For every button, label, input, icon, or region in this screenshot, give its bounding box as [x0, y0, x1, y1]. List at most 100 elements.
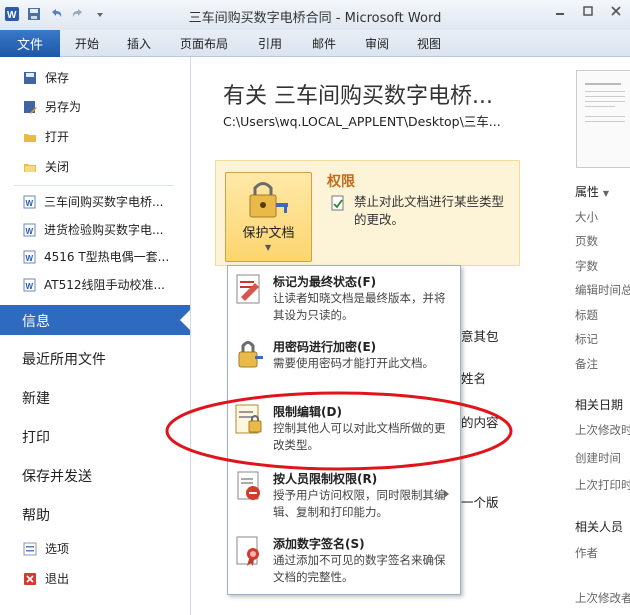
chevron-down-icon: ▼: [602, 189, 609, 198]
word-doc-icon: W: [22, 223, 36, 237]
options-icon: [23, 542, 37, 556]
mark-final-icon: [233, 273, 265, 305]
svg-text:W: W: [26, 199, 34, 208]
permissions-description: 禁止对此文档进行某些类型的更改。: [354, 194, 505, 227]
property-label: 页数: [575, 234, 598, 248]
restrict-editing-icon: [233, 403, 265, 435]
save-label: 保存: [45, 71, 70, 85]
chevron-down-icon: ▼: [265, 243, 272, 252]
obscured-text: 意其包: [461, 329, 499, 344]
people-label: 作者: [575, 546, 598, 560]
menu-item-desc: 授予用户访问权限，同时限制其编辑、复制和打印能力。: [273, 488, 446, 519]
document-thumbnail[interactable]: [576, 70, 630, 168]
close-command[interactable]: 关闭: [0, 158, 190, 175]
window-controls: [546, 0, 630, 22]
recent-doc-item[interactable]: W 4516 T型热电偶一套...: [0, 248, 190, 265]
word-doc-icon: W: [22, 250, 36, 264]
nav-info[interactable]: 信息: [22, 311, 50, 331]
property-label: 标题: [575, 308, 598, 322]
menu-item-title: 标记为最终状态(F): [273, 275, 377, 289]
save-command[interactable]: 保存: [0, 69, 190, 86]
exit-label: 退出: [45, 572, 70, 586]
save-icon: [23, 71, 37, 85]
property-label: 标记: [575, 332, 598, 346]
properties-heading[interactable]: 属性 ▼: [575, 183, 609, 200]
svg-text:W: W: [26, 227, 34, 236]
menu-item-title: 用密码进行加密(E): [273, 340, 377, 354]
save-as-command[interactable]: 另存为: [0, 98, 190, 115]
menu-item-title: 按人员限制权限(R): [273, 472, 378, 486]
document-path: C:\Users\wq.LOCAL_APPLENT\Desktop\三车...: [223, 114, 501, 129]
obscured-text: 姓名: [461, 371, 487, 386]
menu-item-desc: 让读者知晓文档是最终版本，并将其设为只读的。: [273, 291, 446, 322]
open-folder-icon: [23, 130, 37, 144]
options-label: 选项: [45, 542, 70, 556]
nav-recent[interactable]: 最近所用文件: [22, 349, 106, 369]
permissions-heading: 权限: [327, 174, 355, 190]
word-doc-icon: W: [22, 195, 36, 209]
dates-heading: 相关日期: [575, 398, 624, 412]
selection-pointer: [180, 310, 190, 330]
people-heading: 相关人员: [575, 520, 624, 534]
submenu-arrow-icon: [444, 490, 449, 498]
menu-item-title: 添加数字签名(S): [273, 537, 365, 551]
save-as-icon: [23, 100, 37, 114]
save-as-label: 另存为: [45, 100, 82, 114]
date-label: 创建时间: [575, 451, 621, 465]
menu-item-desc: 通过添加不可见的数字签名来确保文档的完整性。: [273, 553, 446, 584]
obscured-text: 的内容: [461, 415, 499, 430]
date-label: 上次打印时间: [575, 478, 630, 492]
maximize-icon[interactable]: [574, 0, 602, 22]
nav-new[interactable]: 新建: [22, 388, 50, 408]
menu-item-desc: 需要使用密码才能打开此文档。: [273, 356, 434, 370]
open-label: 打开: [45, 130, 70, 144]
properties-heading-text: 属性: [575, 185, 600, 199]
close-document-icon: [23, 160, 37, 174]
menu-item-title: 限制编辑(D): [273, 405, 342, 419]
protect-document-label: 保护文档: [242, 226, 295, 241]
property-label: 备注: [575, 357, 598, 371]
encrypt-lock-icon: [233, 338, 265, 370]
close-icon[interactable]: [602, 0, 630, 22]
exit-icon: [23, 572, 37, 586]
menu-item-desc: 控制其他人可以对此文档所做的更改类型。: [273, 421, 446, 452]
digital-signature-icon: [233, 535, 265, 567]
recent-doc-item[interactable]: W 三车间购买数字电桥...: [0, 193, 190, 210]
lock-key-icon: [249, 182, 288, 218]
nav-print[interactable]: 打印: [22, 427, 50, 447]
svg-text:W: W: [26, 254, 34, 263]
word-doc-icon: W: [22, 278, 36, 292]
tab-mailings[interactable]: 邮件: [312, 35, 336, 52]
recent-doc-name: 三车间购买数字电桥...: [44, 195, 164, 209]
close-label: 关闭: [45, 160, 70, 174]
recent-doc-name: 4516 T型热电偶一套...: [44, 250, 170, 264]
svg-text:W: W: [26, 282, 34, 291]
tab-file[interactable]: 文件: [0, 30, 60, 57]
tab-page-layout[interactable]: 页面布局: [180, 35, 228, 52]
recent-doc-name: 进货检验购买数字电...: [44, 223, 164, 237]
tab-references[interactable]: 引用: [258, 35, 282, 52]
date-label: 上次修改时间: [575, 423, 630, 437]
property-label: 字数: [575, 259, 598, 273]
tab-home[interactable]: 开始: [75, 35, 99, 52]
open-command[interactable]: 打开: [0, 128, 190, 145]
recent-doc-name: AT512线阻手动校准...: [44, 278, 165, 292]
tab-review[interactable]: 审阅: [365, 35, 389, 52]
nav-help[interactable]: 帮助: [22, 505, 50, 525]
nav-exit[interactable]: 退出: [0, 570, 190, 587]
minimize-icon[interactable]: [546, 0, 574, 22]
property-label: 编辑时间总计: [575, 283, 630, 297]
window-title: 三车间购买数字电桥合同 - Microsoft Word: [188, 11, 442, 26]
nav-options[interactable]: 选项: [0, 540, 190, 557]
restrict-people-icon: [233, 470, 265, 502]
page-title: 有关 三车间购买数字电桥...: [223, 84, 493, 109]
tab-insert[interactable]: 插入: [127, 35, 151, 52]
tab-view[interactable]: 视图: [417, 35, 441, 52]
nav-save-send[interactable]: 保存并发送: [22, 466, 92, 486]
document-check-icon: [330, 195, 346, 214]
recent-doc-item[interactable]: W 进货检验购买数字电...: [0, 221, 190, 238]
people-label: 上次修改者: [575, 591, 630, 605]
recent-doc-item[interactable]: W AT512线阻手动校准...: [0, 276, 190, 293]
divider: [14, 185, 174, 186]
obscured-text: 一个版: [461, 495, 499, 510]
